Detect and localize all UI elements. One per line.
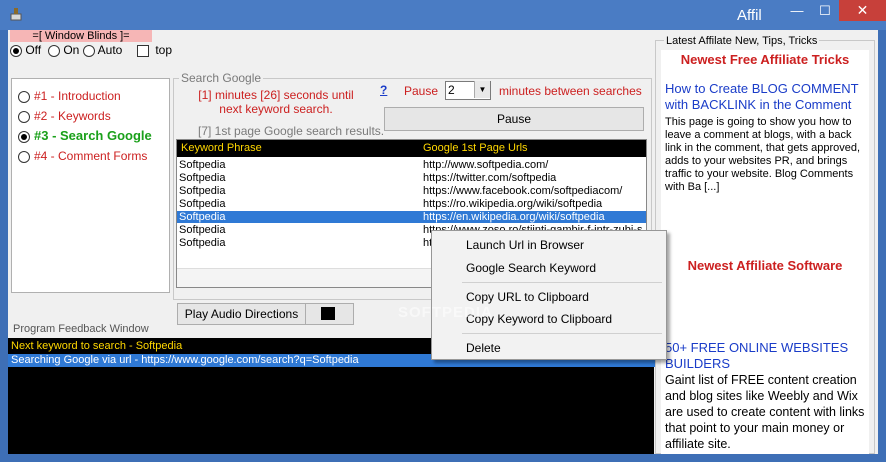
tips-article-body: This page is going to show you how to le… xyxy=(665,116,861,193)
blinds-option-off[interactable]: Off xyxy=(10,43,41,57)
nav-item-search-google[interactable]: #3 - Search Google xyxy=(18,128,152,143)
blinds-option-on[interactable]: On xyxy=(48,43,79,57)
checkbox-icon[interactable] xyxy=(137,44,149,57)
close-button[interactable]: ✕ xyxy=(839,0,886,21)
software-article-link[interactable]: 50+ FREE ONLINE WEBSITES BUILDERS xyxy=(665,340,867,372)
menu-item-launch-url[interactable]: Launch Url in Browser xyxy=(466,238,584,252)
search-google-legend: Search Google xyxy=(179,71,264,85)
url-cell: https://www.facebook.com/softpediacom/ xyxy=(423,185,623,197)
keyword-cell: Softpedia xyxy=(179,224,226,236)
feedback-window-label: Program Feedback Window xyxy=(13,323,149,335)
table-row[interactable]: Softpedia https://ro.wikipedia.org/wiki/s… xyxy=(177,198,646,210)
minutes-between-label: minutes between searches xyxy=(499,84,642,98)
maximize-button[interactable]: ☐ xyxy=(811,0,839,21)
keyword-cell: Softpedia xyxy=(179,237,226,249)
watermark: SOFTPEDIA xyxy=(398,304,493,321)
affiliate-news-legend: Latest Affilate New, Tips, Tricks xyxy=(664,35,820,47)
keyword-cell: Softpedia xyxy=(179,159,226,171)
pause-button[interactable]: Pause xyxy=(384,107,644,131)
menu-item-delete[interactable]: Delete xyxy=(466,341,501,355)
radio-icon[interactable] xyxy=(48,44,60,57)
tips-article-link[interactable]: How to Create BLOG COMMENT with BACKLINK… xyxy=(665,81,867,113)
nav-item-comment-forms[interactable]: #4 - Comment Forms xyxy=(18,149,147,163)
context-menu: Launch Url in Browser Google Search Keyw… xyxy=(431,230,667,360)
blinds-top-checkbox[interactable]: top xyxy=(137,43,172,57)
keyword-cell: Softpedia xyxy=(179,172,226,184)
software-heading: Newest Affiliate Software xyxy=(687,258,843,273)
search-timer-text: [1] minutes [26] seconds until next keyw… xyxy=(198,88,354,116)
title-bar: Affil — ☐ ✕ xyxy=(0,0,886,30)
help-link[interactable]: ? xyxy=(380,83,387,97)
nav-item-introduction[interactable]: #1 - Introduction xyxy=(18,89,121,103)
pause-label: Pause xyxy=(404,84,439,98)
pause-minutes-value: 2 xyxy=(448,83,455,97)
table-row[interactable]: Softpedia http://www.softpedia.com/ xyxy=(177,159,646,171)
nav-item-keywords[interactable]: #2 - Keywords xyxy=(18,109,111,123)
url-cell: https://ro.wikipedia.org/wiki/softpedia xyxy=(423,198,603,210)
radio-icon[interactable] xyxy=(18,90,30,103)
feedback-line: Next keyword to search - Softpedia xyxy=(11,340,183,352)
tips-heading: Newest Free Affiliate Tricks xyxy=(680,52,850,67)
menu-separator xyxy=(462,282,662,283)
column-header-url[interactable]: Google 1st Page Urls xyxy=(423,142,528,154)
table-row[interactable]: Softpedia https://www.facebook.com/softpe… xyxy=(177,185,646,197)
software-article-body: Gaint list of FREE content creation and … xyxy=(665,373,865,451)
color-swatch xyxy=(321,307,335,320)
keyword-cell: Softpedia xyxy=(179,198,226,210)
blinds-option-auto[interactable]: Auto xyxy=(83,43,122,57)
url-cell: https://en.wikipedia.org/wiki/softpedia xyxy=(423,211,605,223)
menu-separator xyxy=(462,333,662,334)
keyword-cell: Softpedia xyxy=(179,211,226,223)
table-row[interactable]: Softpedia https://twitter.com/softpedia xyxy=(177,172,646,184)
keyword-cell: Softpedia xyxy=(179,185,226,197)
table-row[interactable]: Softpedia https://en.wikipedia.org/wiki/s… xyxy=(177,211,646,223)
step-navigation: #1 - Introduction #2 - Keywords #3 - Sea… xyxy=(11,78,170,293)
table-header: Keyword Phrase Google 1st Page Urls xyxy=(177,140,646,157)
column-header-keyword[interactable]: Keyword Phrase xyxy=(181,142,262,154)
minimize-button[interactable]: — xyxy=(783,0,811,21)
window-blinds-label: =[ Window Blinds ]= xyxy=(10,30,152,42)
radio-icon[interactable] xyxy=(18,110,30,123)
software-box: Newest Affiliate Software 50+ FREE ONLIN… xyxy=(661,256,869,454)
results-count-label: [7] 1st page Google search results. xyxy=(198,124,385,138)
radio-icon[interactable] xyxy=(83,44,95,57)
menu-item-copy-url[interactable]: Copy URL to Clipboard xyxy=(466,290,589,304)
dropdown-arrow-icon[interactable]: ▼ xyxy=(474,81,490,98)
app-icon xyxy=(10,8,22,21)
menu-item-google-search-keyword[interactable]: Google Search Keyword xyxy=(466,261,596,275)
radio-icon[interactable] xyxy=(18,130,30,143)
play-audio-directions-button[interactable]: Play Audio Directions xyxy=(177,303,306,325)
url-cell: https://twitter.com/softpedia xyxy=(423,172,557,184)
radio-icon[interactable] xyxy=(18,150,30,163)
url-cell: http://www.softpedia.com/ xyxy=(423,159,549,171)
tips-box: Newest Free Affiliate Tricks How to Crea… xyxy=(661,50,869,262)
radio-icon[interactable] xyxy=(10,44,22,57)
